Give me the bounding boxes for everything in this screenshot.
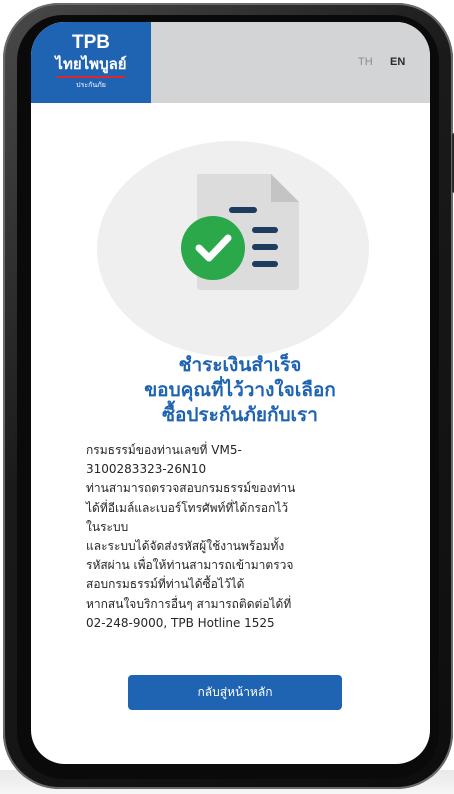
- message-line: ได้ที่อีเมล์และเบอร์โทรศัพท์ที่ได้กรอกไว…: [86, 500, 289, 515]
- document-with-check-icon: [181, 174, 299, 290]
- language-th-button[interactable]: TH: [358, 56, 373, 68]
- logo-thai-text: ไทยไพบูลย์: [55, 55, 127, 73]
- logo-tpb-text: TPB: [72, 32, 110, 53]
- logo-red-underline: [57, 76, 125, 78]
- message-line: 3100283323-26N10: [86, 462, 207, 477]
- language-en-button[interactable]: EN: [390, 56, 405, 68]
- message-line: รหัสผ่าน เพื่อให้ท่านสามารถเข้ามาตรวจ: [86, 558, 294, 573]
- header-bar: TPB ไทยไพบูลย์ ประกันภัย TH EN: [31, 22, 430, 103]
- title-line-3: ซื้อประกันภัยกับเรา: [162, 404, 318, 426]
- title-line-2: ขอบคุณที่ไว้วางใจเลือก: [144, 379, 336, 401]
- title-line-1: ชำระเงินสำเร็จ: [178, 354, 302, 376]
- logo-subtitle: ประกันภัย: [76, 81, 106, 89]
- message-line: สอบกรมธรรม์ที่ท่านได้ซื้อไว้ได้: [86, 577, 245, 592]
- message-line: กรมธรรม์ของท่านเลขที่ VM5-: [86, 443, 242, 457]
- message-line: หากสนใจบริการอื่นๆ สามารถติดต่อได้ที่: [86, 596, 292, 611]
- message-line: 02-248-9000, TPB Hotline 1525: [86, 615, 275, 630]
- phone-screen: TPB ไทยไพบูลย์ ประกันภัย TH EN ชำระเงินส…: [31, 22, 430, 764]
- back-to-home-button[interactable]: กลับสู่หน้าหลัก: [128, 675, 342, 710]
- tpb-logo[interactable]: TPB ไทยไพบูลย์ ประกันภัย: [31, 22, 151, 103]
- message-line: และระบบได้จัดส่งรหัสผู้ใช้งานพร้อมทั้ง: [86, 539, 285, 554]
- message-line: ท่านสามารถตรวจสอบกรมธรรม์ของท่าน: [86, 481, 296, 496]
- policy-message: กรมธรรม์ของท่านเลขที่ VM5- 3100283323-26…: [86, 441, 406, 633]
- message-line: ในระบบ: [86, 519, 129, 534]
